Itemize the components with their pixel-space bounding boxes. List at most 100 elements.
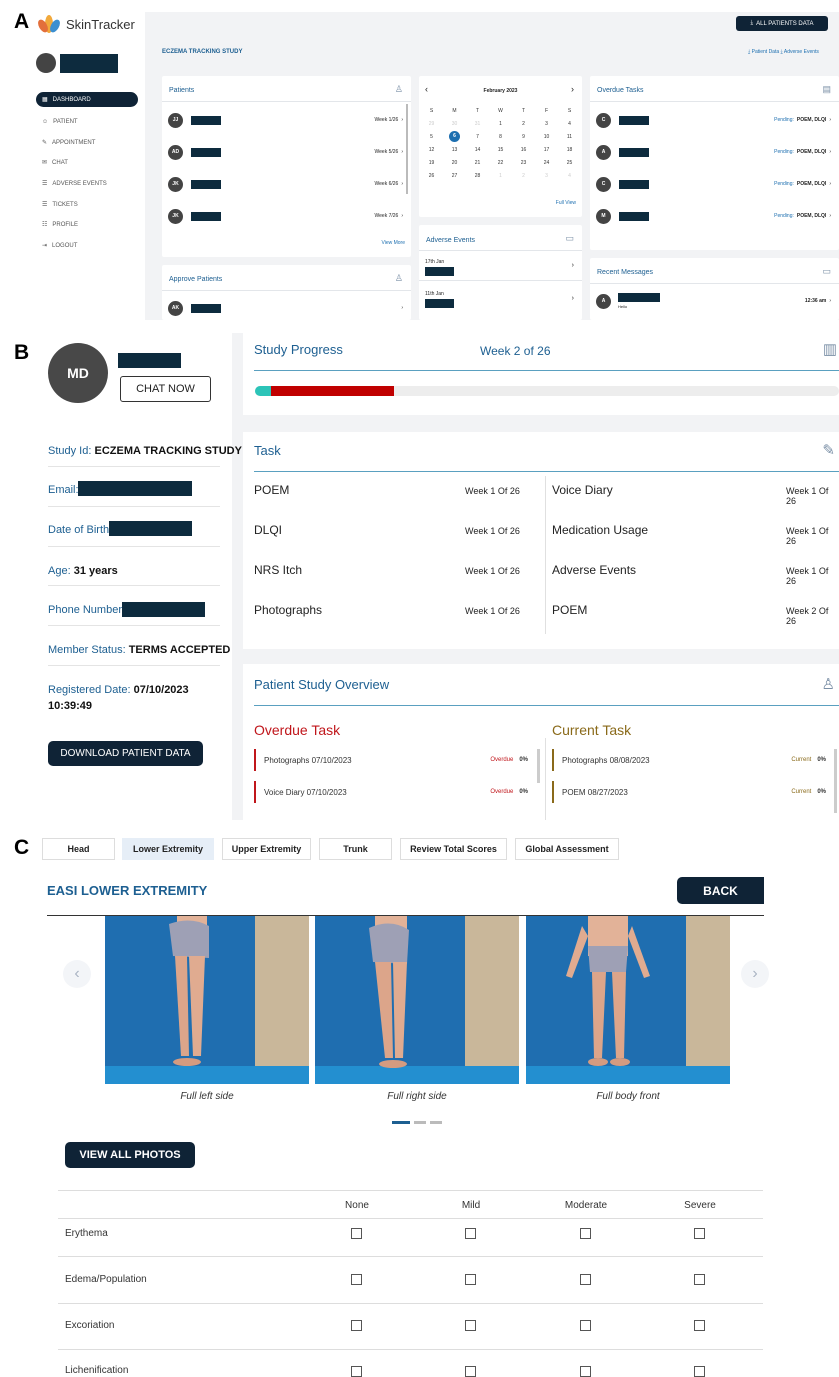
checkbox-edema-moderate[interactable]: [580, 1274, 591, 1285]
checkbox-excoriation-moderate[interactable]: [580, 1320, 591, 1331]
patient-row[interactable]: AD Week 5/26 ›: [168, 142, 403, 162]
calendar-day[interactable]: 9: [512, 130, 535, 143]
calendar-day[interactable]: 24: [535, 156, 558, 169]
view-more-link[interactable]: View More: [381, 240, 405, 246]
calendar-day[interactable]: 30: [443, 117, 466, 130]
all-patients-data-button[interactable]: ⤓ ALL PATIENTS DATA: [736, 16, 828, 31]
download-patient-data-button[interactable]: DOWNLOAD PATIENT DATA: [48, 741, 203, 766]
tab-head[interactable]: Head: [42, 838, 115, 860]
checkbox-lichenification-severe[interactable]: [694, 1366, 705, 1377]
chevron-right-icon[interactable]: ›: [572, 262, 574, 269]
task-row[interactable]: A Pending: POEM, DLQI ›: [596, 142, 831, 162]
checkbox-excoriation-mild[interactable]: [465, 1320, 476, 1331]
patient-row[interactable]: JK Week 6/26 ›: [168, 174, 403, 194]
task-item[interactable]: Medication Usage: [552, 523, 648, 537]
calendar-day[interactable]: 1: [489, 169, 512, 182]
scrollbar[interactable]: [406, 104, 408, 194]
checkbox-erythema-moderate[interactable]: [580, 1228, 591, 1239]
calendar-day[interactable]: 3: [535, 169, 558, 182]
view-all-photos-button[interactable]: VIEW ALL PHOTOS: [65, 1142, 195, 1168]
calendar-day[interactable]: 7: [466, 130, 489, 143]
calendar-day[interactable]: 25: [558, 156, 581, 169]
task-row[interactable]: C Pending: POEM, DLQI ›: [596, 174, 831, 194]
checkbox-excoriation-none[interactable]: [351, 1320, 362, 1331]
calendar-day[interactable]: 17: [535, 143, 558, 156]
checkbox-lichenification-none[interactable]: [351, 1366, 362, 1377]
checkbox-edema-none[interactable]: [351, 1274, 362, 1285]
calendar-day[interactable]: 1: [489, 117, 512, 130]
sidebar-item-patient[interactable]: ☺ PATIENT: [36, 114, 138, 129]
chat-now-button[interactable]: CHAT NOW: [120, 376, 211, 402]
carousel-next-button[interactable]: ›: [741, 960, 769, 988]
carousel-dot[interactable]: [414, 1121, 426, 1124]
patient-row[interactable]: AK ›: [168, 298, 403, 318]
photo-full-right-side[interactable]: [315, 916, 519, 1084]
scrollbar[interactable]: [834, 749, 837, 813]
checkbox-edema-severe[interactable]: [694, 1274, 705, 1285]
full-view-link[interactable]: Full View: [556, 200, 576, 206]
task-item[interactable]: Voice Diary: [552, 483, 613, 497]
current-item[interactable]: Photographs 08/08/2023 Current 0%: [552, 749, 832, 771]
adverse-events-link[interactable]: Adverse Events: [784, 49, 819, 55]
checkbox-lichenification-moderate[interactable]: [580, 1366, 591, 1377]
sidebar-item-logout[interactable]: ⇥ LOGOUT: [36, 238, 138, 253]
task-item[interactable]: NRS Itch: [254, 563, 302, 577]
calendar-day[interactable]: 28: [466, 169, 489, 182]
sidebar-item-profile[interactable]: ☷ PROFILE: [36, 217, 138, 232]
carousel-dot-active[interactable]: [392, 1121, 410, 1124]
calendar-day[interactable]: 27: [443, 169, 466, 182]
sidebar-item-appointment[interactable]: ✎ APPOINTMENT: [36, 135, 138, 150]
checkbox-edema-mild[interactable]: [465, 1274, 476, 1285]
calendar-day[interactable]: 19: [420, 156, 443, 169]
task-row[interactable]: C Pending: POEM, DLQI ›: [596, 110, 831, 130]
patient-row[interactable]: JK Week 7/26 ›: [168, 206, 403, 226]
tab-upper-extremity[interactable]: Upper Extremity: [222, 838, 311, 860]
task-item[interactable]: DLQI: [254, 523, 282, 537]
checkbox-erythema-severe[interactable]: [694, 1228, 705, 1239]
carousel-dot[interactable]: [430, 1121, 442, 1124]
calendar-day[interactable]: 14: [466, 143, 489, 156]
calendar-day[interactable]: 13: [443, 143, 466, 156]
calendar-day[interactable]: 16: [512, 143, 535, 156]
checkbox-erythema-none[interactable]: [351, 1228, 362, 1239]
calendar-day[interactable]: 15: [489, 143, 512, 156]
calendar-day[interactable]: 20: [443, 156, 466, 169]
tab-trunk[interactable]: Trunk: [319, 838, 392, 860]
calendar-day[interactable]: 4: [558, 169, 581, 182]
checkbox-lichenification-mild[interactable]: [465, 1366, 476, 1377]
tab-global-assessment[interactable]: Global Assessment: [515, 838, 619, 860]
patient-data-link[interactable]: Patient Data: [752, 49, 780, 55]
calendar-day[interactable]: 5: [420, 130, 443, 143]
current-item[interactable]: POEM 08/27/2023 Current 0%: [552, 781, 832, 803]
task-item[interactable]: POEM: [552, 603, 587, 617]
tab-review-total-scores[interactable]: Review Total Scores: [400, 838, 507, 860]
calendar-day[interactable]: 26: [420, 169, 443, 182]
scrollbar[interactable]: [537, 749, 540, 783]
patient-row[interactable]: JJ Week 1/26 ›: [168, 110, 403, 130]
calendar-day[interactable]: 29: [420, 117, 443, 130]
calendar-day[interactable]: 31: [466, 117, 489, 130]
sidebar-item-chat[interactable]: ✉ CHAT: [36, 155, 138, 170]
task-item[interactable]: POEM: [254, 483, 289, 497]
calendar-day[interactable]: 12: [420, 143, 443, 156]
checkbox-excoriation-severe[interactable]: [694, 1320, 705, 1331]
calendar-day[interactable]: 2: [512, 169, 535, 182]
photo-full-left-side[interactable]: [105, 916, 309, 1084]
carousel-prev-button[interactable]: ‹: [63, 960, 91, 988]
back-button[interactable]: BACK: [677, 877, 764, 904]
task-item[interactable]: Adverse Events: [552, 563, 636, 577]
calendar-day-selected[interactable]: 6: [443, 130, 466, 143]
calendar-day[interactable]: 22: [489, 156, 512, 169]
overdue-item[interactable]: Photographs 07/10/2023 Overdue 0%: [254, 749, 534, 771]
tab-lower-extremity[interactable]: Lower Extremity: [122, 838, 214, 860]
chevron-right-icon[interactable]: ›: [572, 295, 574, 302]
calendar-day[interactable]: 21: [466, 156, 489, 169]
calendar-day[interactable]: 18: [558, 143, 581, 156]
calendar-day[interactable]: 11: [558, 130, 581, 143]
calendar-day[interactable]: 4: [558, 117, 581, 130]
calendar-day[interactable]: 2: [512, 117, 535, 130]
task-item[interactable]: Photographs: [254, 603, 322, 617]
sidebar-item-tickets[interactable]: ☰ TICKETS: [36, 197, 138, 212]
task-row[interactable]: M Pending: POEM, DLQI ›: [596, 206, 831, 226]
sidebar-item-adverse-events[interactable]: ☰ ADVERSE EVENTS: [36, 176, 138, 191]
